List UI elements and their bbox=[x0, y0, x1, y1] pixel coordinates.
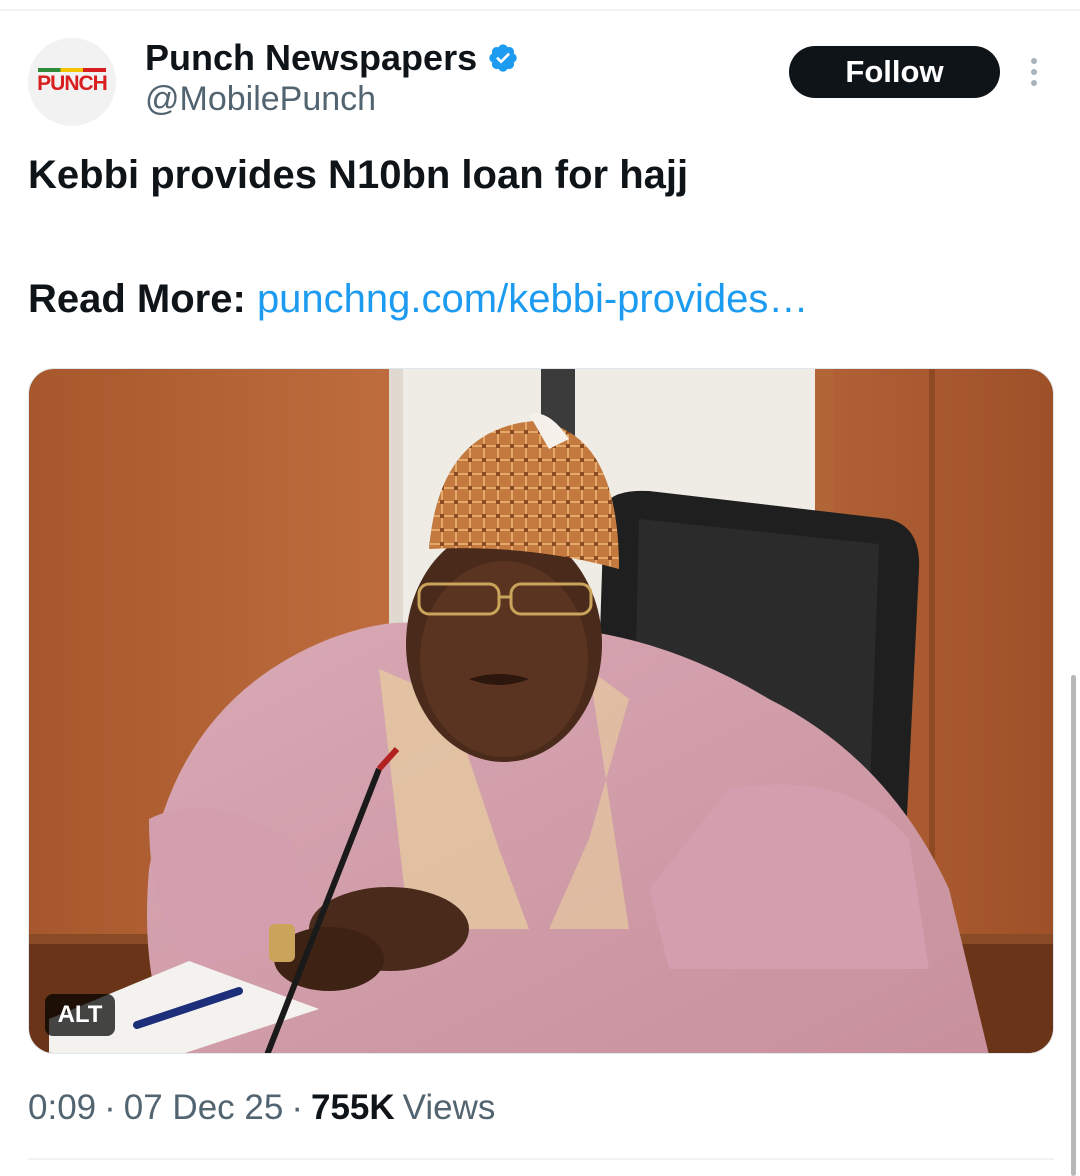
punch-logo: PUNCH bbox=[37, 68, 108, 96]
more-dot bbox=[1031, 58, 1037, 64]
views-label: Views bbox=[402, 1088, 496, 1127]
more-dot bbox=[1031, 69, 1037, 75]
meta-separator: · bbox=[291, 1088, 303, 1127]
scrollbar[interactable] bbox=[1071, 675, 1076, 1176]
author-name-row[interactable]: Punch Newspapers bbox=[145, 36, 519, 80]
more-dot bbox=[1031, 80, 1037, 86]
views-count[interactable]: 755K bbox=[311, 1088, 395, 1128]
post-header: PUNCH Punch Newspapers @MobilePunch Foll… bbox=[0, 0, 1080, 140]
more-vertical-icon[interactable] bbox=[1022, 52, 1046, 92]
follow-button[interactable]: Follow bbox=[789, 46, 1000, 98]
post-date[interactable]: 07 Dec 25 bbox=[124, 1088, 284, 1128]
photo-illustration bbox=[29, 369, 1053, 1053]
author-display-name[interactable]: Punch Newspapers bbox=[145, 37, 477, 79]
author-handle[interactable]: @MobilePunch bbox=[145, 80, 376, 119]
read-more-row: Read More: punchng.com/kebbi-provides… bbox=[28, 272, 1048, 326]
post-meta: 0:09 · 07 Dec 25 · 755K Views bbox=[28, 1086, 495, 1130]
bottom-divider bbox=[28, 1158, 1054, 1160]
article-link[interactable]: punchng.com/kebbi-provides… bbox=[257, 277, 808, 321]
meta-separator: · bbox=[104, 1088, 116, 1127]
post-time[interactable]: 0:09 bbox=[28, 1088, 96, 1128]
alt-text-badge[interactable]: ALT bbox=[45, 994, 115, 1036]
post-text: Kebbi provides N10bn loan for hajj bbox=[28, 153, 689, 197]
post-photo[interactable] bbox=[28, 368, 1054, 1054]
verified-badge-icon bbox=[489, 44, 517, 72]
avatar[interactable]: PUNCH bbox=[28, 38, 116, 126]
read-more-label: Read More: bbox=[28, 277, 246, 321]
